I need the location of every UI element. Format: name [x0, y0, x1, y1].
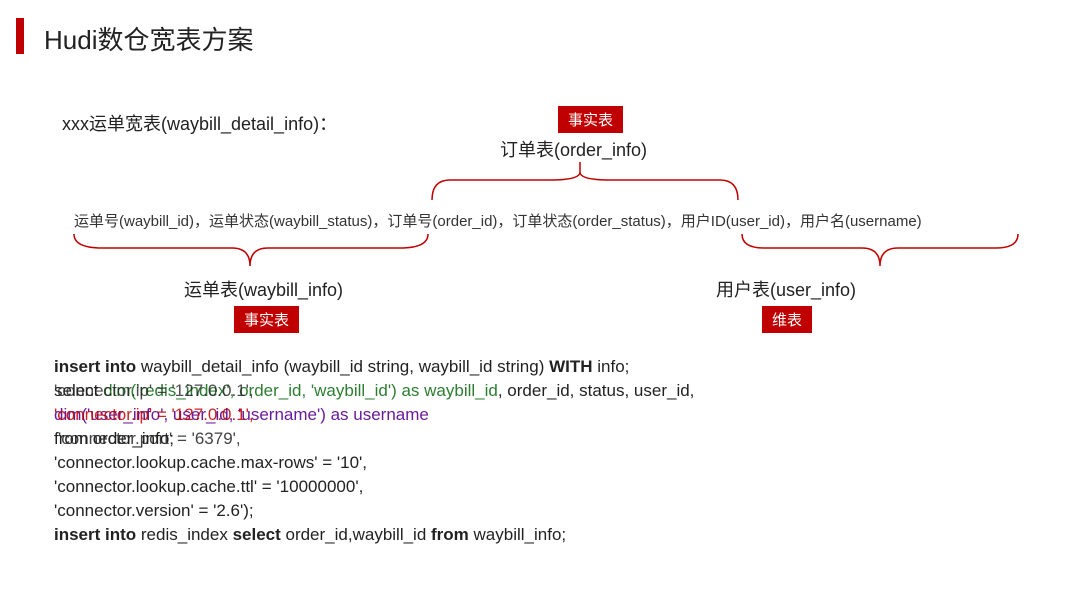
label-waybill-info: 运单表(waybill_info): [184, 276, 343, 302]
intro-text: xxx运单宽表(waybill_detail_info)：: [62, 110, 337, 136]
code-overlay: 'connector.ip' = '127.0.0.1',: [54, 381, 254, 400]
code-text: redis_index: [136, 525, 232, 544]
badge-fact-left: 事实表: [234, 306, 299, 333]
code-text: 'connector.lookup.cache.max-rows' = '10'…: [54, 453, 367, 472]
brace-left: [72, 230, 432, 276]
code-text: 'connector.port' = '6379',: [58, 429, 241, 448]
badge-fact-top: 事实表: [558, 106, 623, 133]
kw-select: select: [233, 525, 281, 544]
field-list: 运单号(waybill_id)，运单状态(waybill_status)，订单号…: [74, 210, 922, 231]
kw-with: WITH: [549, 357, 592, 376]
kw-insert: insert into: [54, 357, 136, 376]
code-text: waybill_detail_info (waybill_id string, …: [136, 357, 549, 376]
kw-from: from: [431, 525, 469, 544]
code-text: 'connector.lookup.cache.ttl' = '10000000…: [54, 477, 363, 496]
kw-insert2: insert into: [54, 525, 136, 544]
page-title: Hudi数仓宽表方案: [44, 20, 253, 57]
brace-right: [740, 230, 1020, 276]
code-text: , order_id, status, user_id,: [498, 381, 695, 400]
label-order-info: 订单表(order_info): [500, 136, 647, 162]
brace-top: [430, 160, 740, 210]
code-text: order_id,waybill_id: [281, 525, 431, 544]
code-red: 'connector.ip' = '127.0.0.1',: [54, 405, 254, 424]
code-text: info;: [593, 357, 630, 376]
code-text: 'connector.version' = '2.6');: [54, 501, 254, 520]
accent-bar: [16, 18, 24, 54]
badge-dim-right: 维表: [762, 306, 812, 333]
label-user-info: 用户表(user_info): [716, 276, 856, 302]
code-text: waybill_info;: [469, 525, 566, 544]
